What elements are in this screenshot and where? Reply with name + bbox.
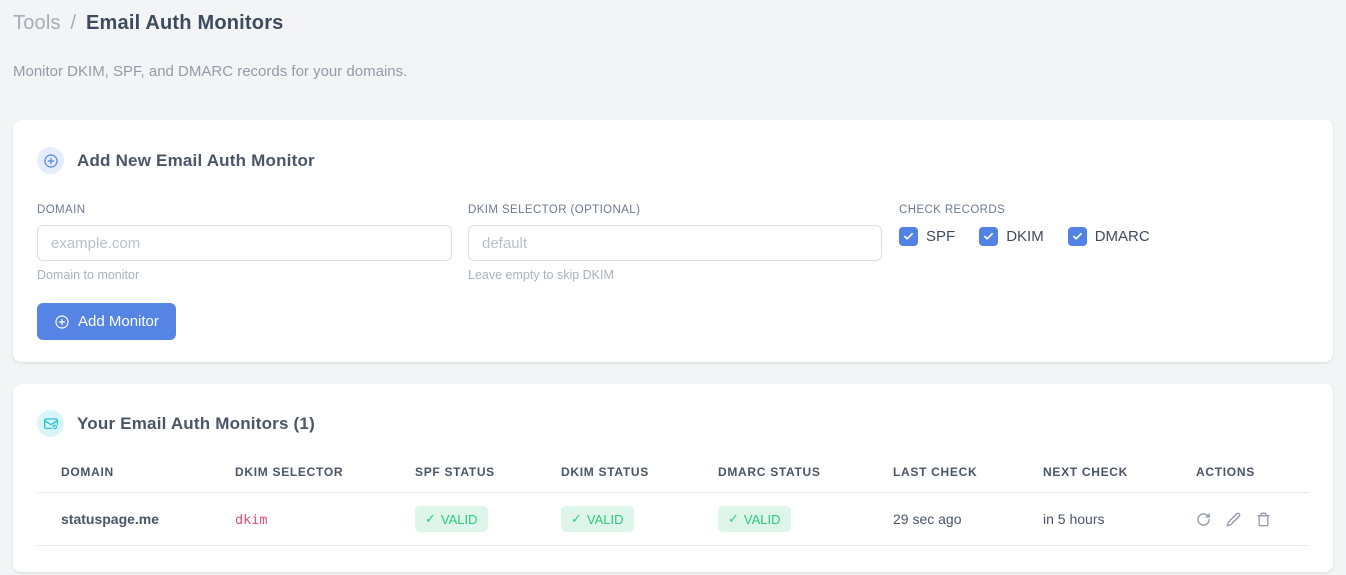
add-card-header: Add New Email Auth Monitor	[37, 147, 1309, 174]
spf-checkbox-item[interactable]: SPF	[899, 227, 955, 246]
check-icon: ✓	[425, 511, 436, 526]
dmarc-checkbox-label: DMARC	[1094, 228, 1150, 245]
dkim-selector-helper: Leave empty to skip DKIM	[468, 268, 614, 282]
dmarc-checkbox-item[interactable]: DMARC	[1067, 227, 1150, 246]
plus-circle-icon	[55, 314, 69, 329]
dmarc-status-badge: ✓ VALID	[718, 506, 791, 532]
dkim-selector-label: DKIM SELECTOR (OPTIONAL)	[468, 204, 641, 216]
dkim-checkbox-item[interactable]: DKIM	[979, 227, 1044, 246]
check-icon: ✓	[728, 511, 739, 526]
header-last-check: LAST CHECK	[869, 455, 1019, 493]
header-dmarc-status: DMARC STATUS	[694, 455, 869, 493]
check-icon: ✓	[571, 511, 582, 526]
refresh-icon[interactable]	[1196, 512, 1211, 527]
monitors-card-title: Your Email Auth Monitors (1)	[77, 413, 315, 433]
page-subtitle: Monitor DKIM, SPF, and DMARC records for…	[13, 63, 408, 80]
table-row: statuspage.me dkim ✓ VALID ✓ VALID ✓ VAL…	[37, 492, 1309, 546]
dkim-selector-input[interactable]	[468, 225, 882, 261]
add-monitor-button[interactable]: Add Monitor	[37, 303, 176, 340]
domain-field-group: DOMAIN Domain to monitor	[37, 204, 452, 282]
page-header: Tools / Email Auth Monitors Monitor DKIM…	[0, 0, 1346, 80]
check-records-group: CHECK RECORDS SPF DKIM DMARC	[899, 204, 1309, 282]
plus-circle-icon	[37, 147, 64, 174]
domain-input[interactable]	[37, 225, 452, 261]
header-dkim-status: DKIM STATUS	[537, 455, 694, 493]
checkbox-checked-icon[interactable]	[899, 227, 918, 246]
add-monitor-card: Add New Email Auth Monitor DOMAIN Domain…	[13, 120, 1333, 362]
edit-pencil-icon[interactable]	[1226, 512, 1241, 527]
row-actions	[1196, 512, 1301, 527]
add-card-title: Add New Email Auth Monitor	[77, 150, 315, 170]
dkim-status-text: VALID	[586, 511, 624, 527]
monitor-dkim-selector: dkim	[235, 511, 268, 528]
spf-checkbox-label: SPF	[926, 228, 956, 245]
monitors-table: DOMAIN DKIM SELECTOR SPF STATUS DKIM STA…	[37, 455, 1309, 546]
breadcrumb-separator: /	[70, 12, 77, 34]
header-dkim-selector: DKIM SELECTOR	[211, 455, 391, 493]
dkim-checkbox-label: DKIM	[1006, 228, 1044, 245]
check-records-label: CHECK RECORDS	[899, 204, 1006, 216]
monitor-domain: statuspage.me	[37, 492, 211, 546]
breadcrumb: Tools / Email Auth Monitors	[13, 11, 1333, 36]
check-records-row: SPF DKIM DMARC	[899, 227, 1309, 246]
spf-status-badge: ✓ VALID	[415, 506, 488, 532]
email-check-icon	[37, 410, 64, 437]
dkim-selector-field-group: DKIM SELECTOR (OPTIONAL) Leave empty to …	[468, 204, 882, 282]
monitors-card: Your Email Auth Monitors (1) DOMAIN DKIM…	[13, 384, 1333, 572]
monitor-last-check: 29 sec ago	[869, 492, 1019, 546]
monitor-next-check: in 5 hours	[1019, 492, 1172, 546]
monitors-card-header: Your Email Auth Monitors (1)	[37, 410, 1309, 437]
header-spf-status: SPF STATUS	[391, 455, 537, 493]
add-monitor-button-label: Add Monitor	[78, 313, 159, 330]
spf-status-text: VALID	[440, 511, 478, 527]
breadcrumb-tools-link[interactable]: Tools	[13, 12, 61, 34]
header-domain: DOMAIN	[37, 455, 211, 493]
dmarc-status-text: VALID	[743, 511, 781, 527]
checkbox-checked-icon[interactable]	[979, 227, 999, 246]
domain-label: DOMAIN	[37, 204, 86, 216]
domain-helper: Domain to monitor	[37, 268, 140, 282]
header-next-check: NEXT CHECK	[1019, 455, 1172, 493]
header-actions: ACTIONS	[1172, 455, 1309, 493]
page-title: Email Auth Monitors	[86, 12, 284, 34]
dkim-status-badge: ✓ VALID	[561, 506, 634, 532]
trash-icon[interactable]	[1256, 512, 1271, 527]
checkbox-checked-icon[interactable]	[1067, 227, 1087, 246]
table-header-row: DOMAIN DKIM SELECTOR SPF STATUS DKIM STA…	[37, 455, 1309, 493]
add-monitor-form: DOMAIN Domain to monitor DKIM SELECTOR (…	[37, 204, 1309, 282]
